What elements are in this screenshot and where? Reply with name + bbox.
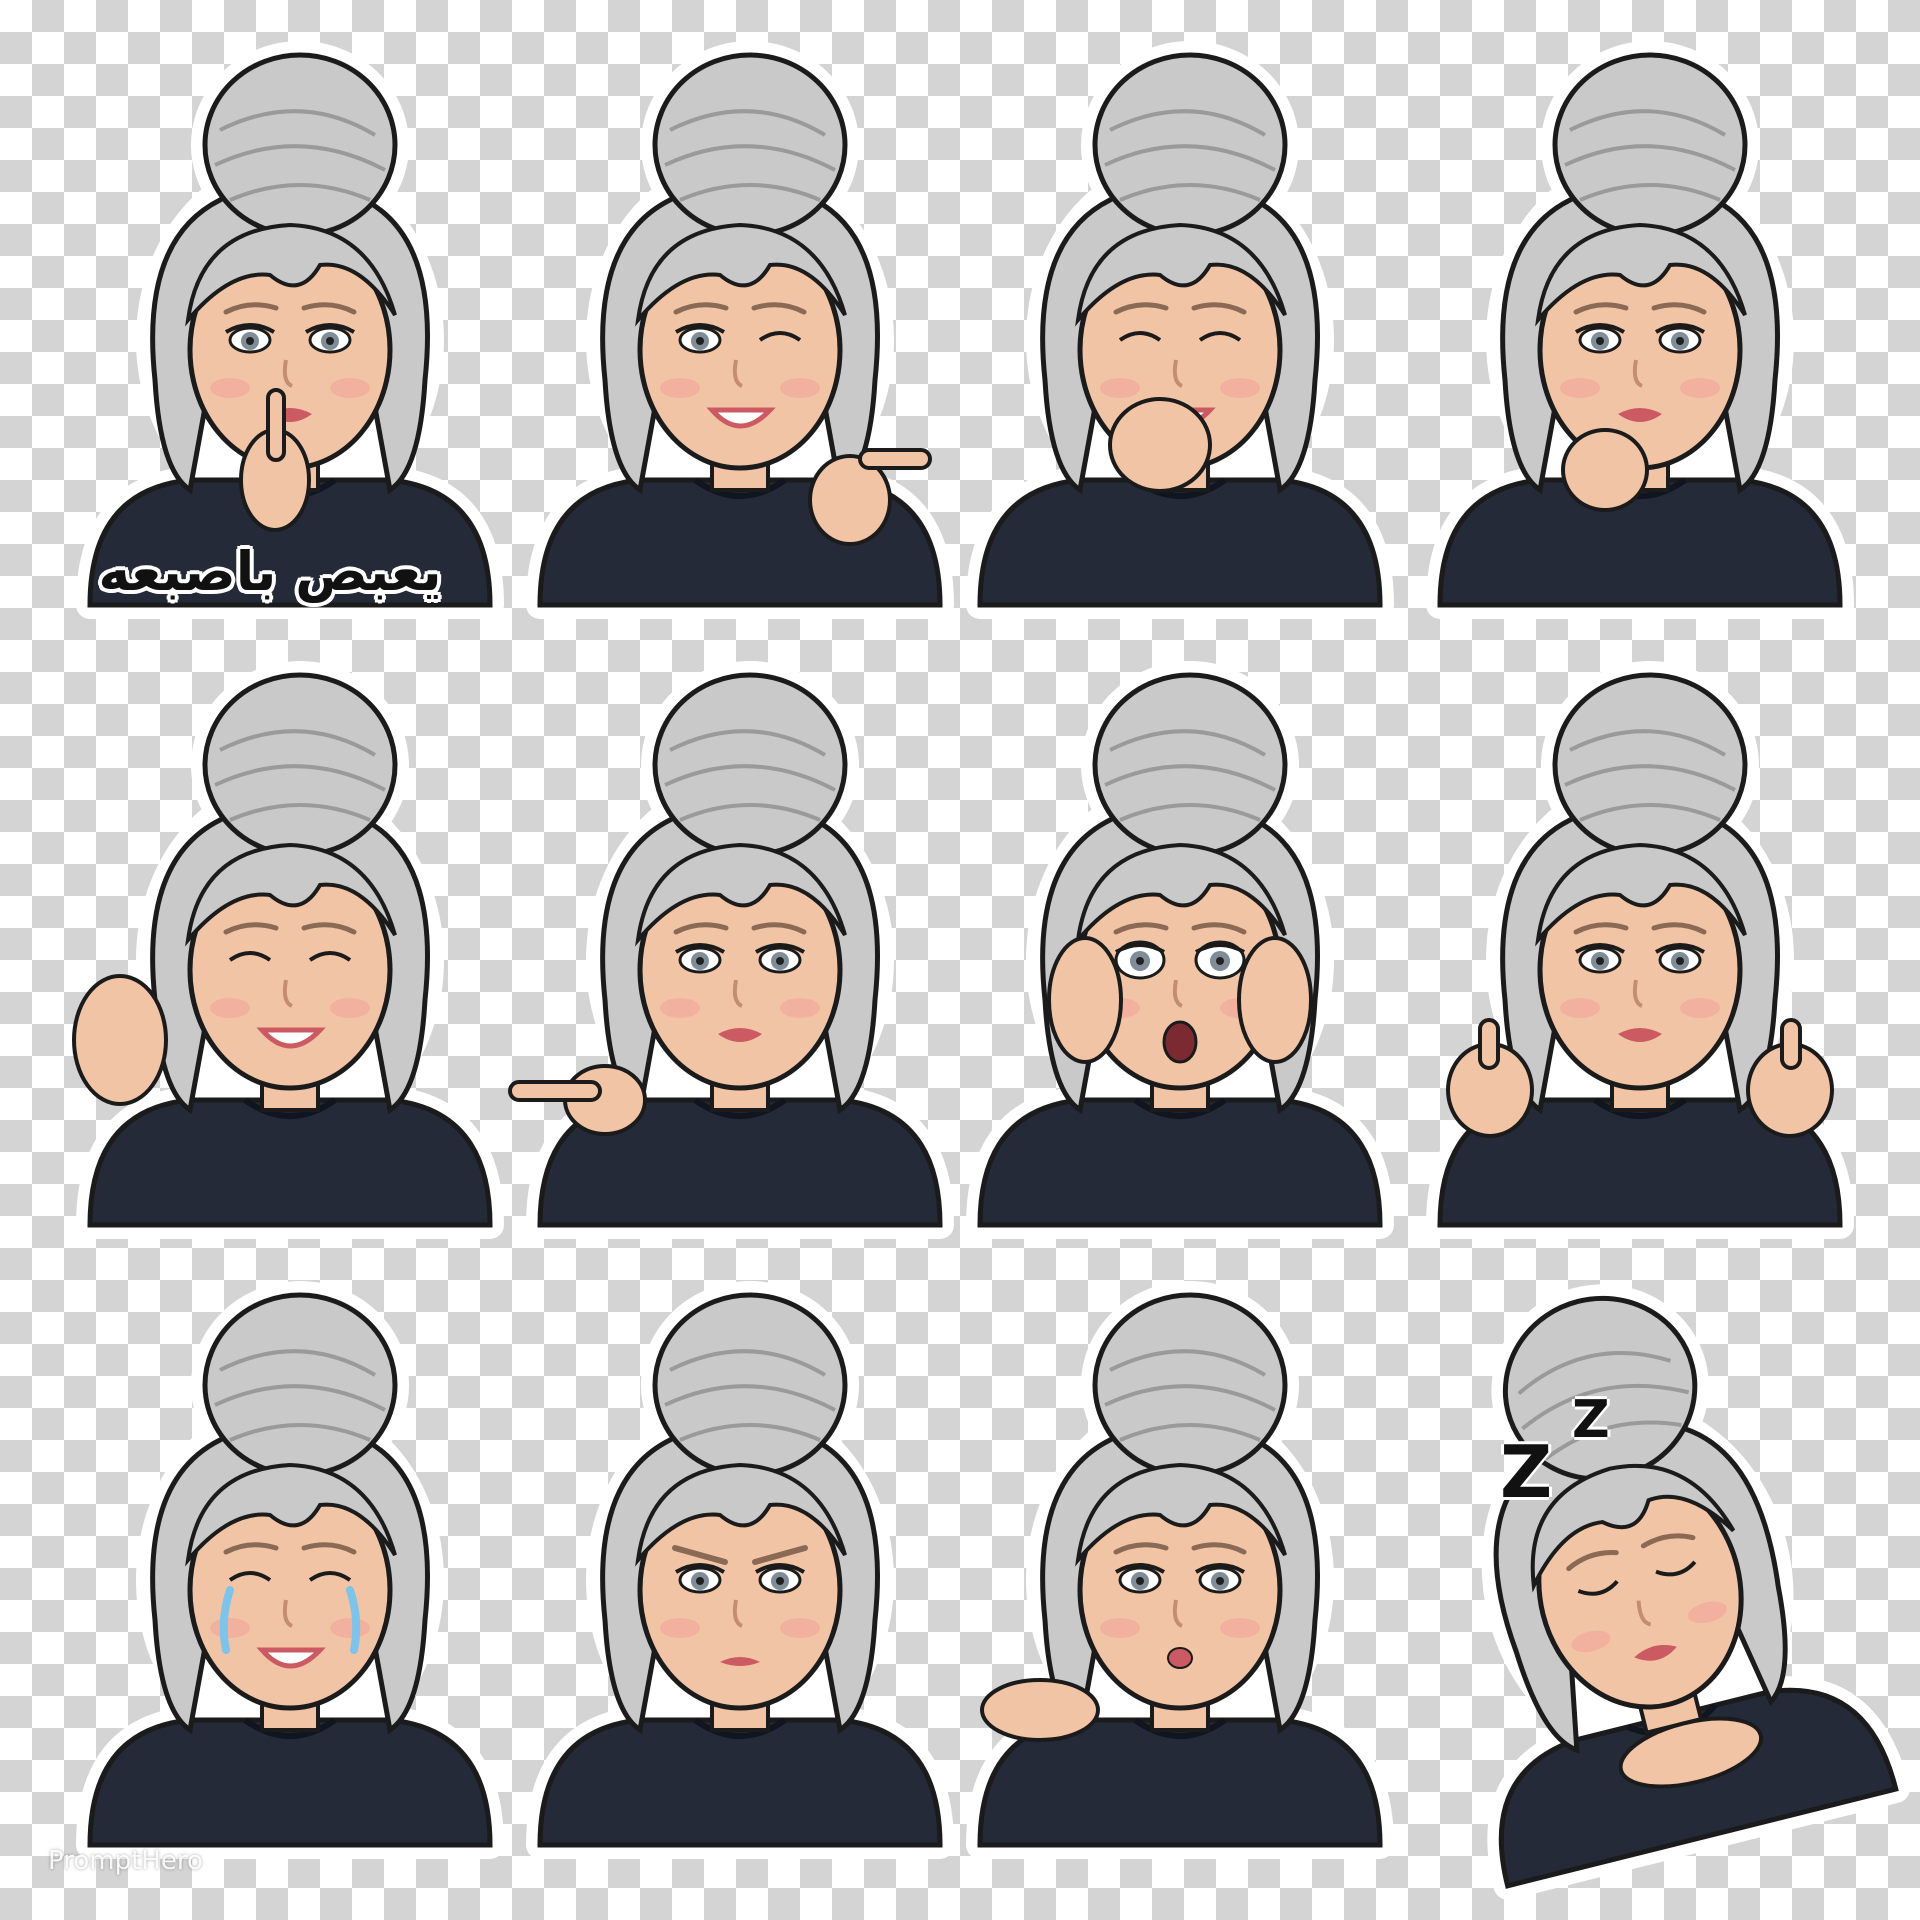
- sticker-illustration: [1426, 41, 1854, 619]
- sticker-sleeping: [1420, 1284, 1910, 1900]
- sticker-illustration: [526, 1281, 954, 1859]
- sticker-illustration: [76, 1281, 504, 1859]
- sticker-illustration: [508, 661, 954, 1239]
- sleep-z-small: Z: [1572, 1390, 1610, 1450]
- sticker-caption: يعبص باصبعه: [98, 540, 442, 603]
- sticker-illustration: [1426, 661, 1854, 1239]
- sticker-angry: [520, 1281, 960, 1859]
- sleep-z-large: Z: [1500, 1430, 1553, 1514]
- sticker-illustration: [526, 41, 954, 619]
- sticker-illustration: [76, 41, 504, 619]
- sticker-illustration: [72, 661, 504, 1239]
- watermark: PromptHero: [48, 1846, 203, 1876]
- sticker-shush: [70, 41, 510, 619]
- sticker-sheet: [0, 0, 1920, 1920]
- sticker-smirk: [508, 661, 960, 1239]
- sticker-shocked: [960, 661, 1400, 1239]
- sticker-wink-grin: [520, 41, 960, 619]
- sticker-illustration: [1481, 1284, 1910, 1900]
- sticker-illustration: [966, 41, 1394, 619]
- sticker-illustration: [966, 1281, 1394, 1859]
- sticker-illustration: [966, 661, 1394, 1239]
- sticker-blowing-kiss: [960, 1281, 1400, 1859]
- sticker-giggle: [960, 41, 1400, 619]
- sticker-crying-laughing: [70, 1281, 510, 1859]
- sticker-thinking: [1420, 41, 1860, 619]
- sticker-laughing: [70, 661, 510, 1239]
- sticker-smile: [1420, 661, 1860, 1239]
